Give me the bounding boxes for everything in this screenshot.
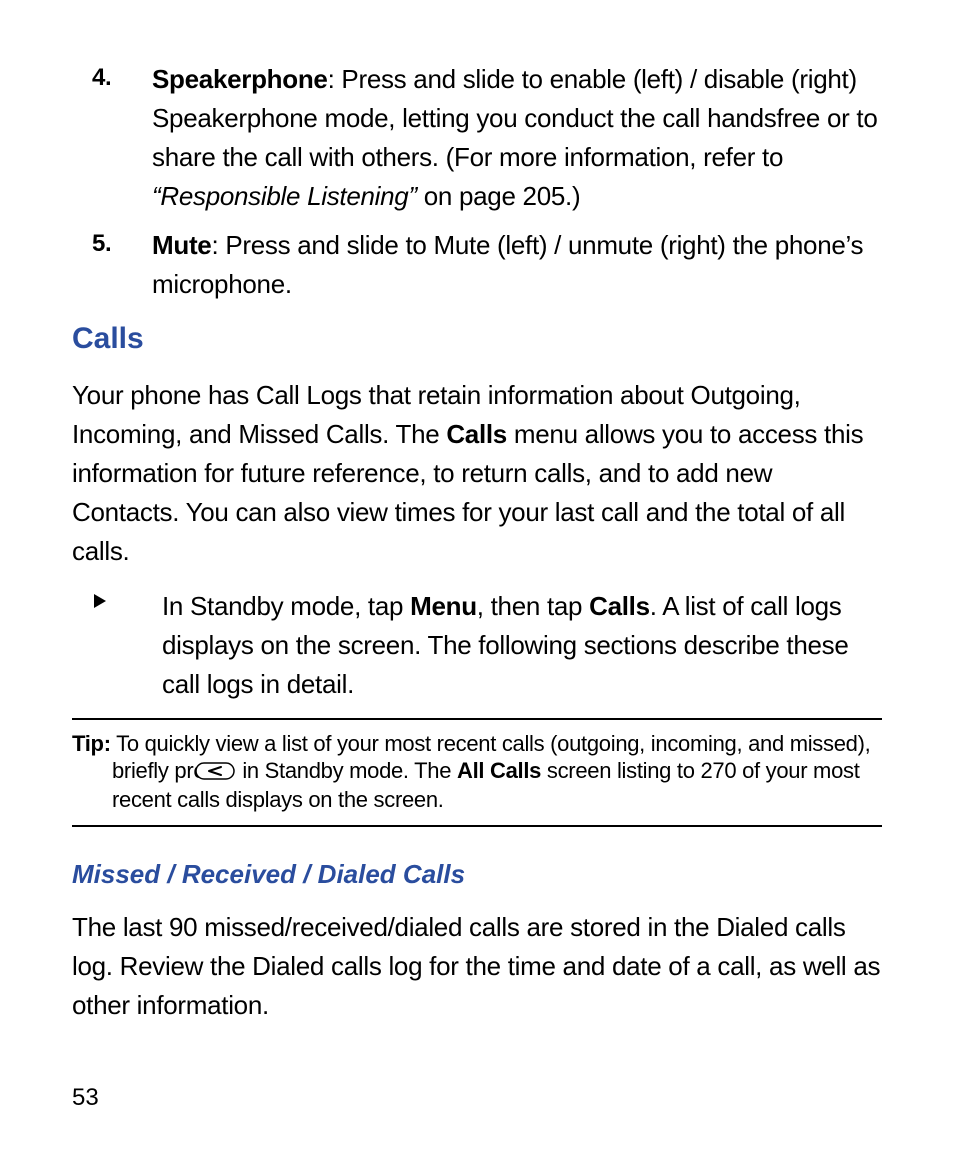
bold-all-calls: All Calls (457, 758, 541, 783)
action-step: In Standby mode, tap Menu, then tap Call… (72, 587, 882, 704)
heading-missed-received-dialed: Missed / Received / Dialed Calls (72, 859, 882, 890)
list-number: 4. (72, 60, 152, 96)
calls-intro-paragraph: Your phone has Call Logs that retain inf… (72, 376, 882, 571)
step-body: In Standby mode, tap Menu, then tap Call… (162, 587, 882, 704)
bold-calls-step: Calls (589, 591, 650, 621)
document-page: 4. Speakerphone: Press and slide to enab… (0, 0, 954, 1172)
triangle-bullet-icon (72, 587, 162, 609)
heading-calls: Calls (72, 322, 882, 356)
bold-calls: Calls (446, 419, 507, 449)
term-mute: Mute (152, 230, 211, 260)
list-body: Speakerphone: Press and slide to enable … (152, 60, 882, 216)
text: : Press and slide to Mute (left) / unmut… (152, 230, 863, 299)
text: , then tap (477, 591, 589, 621)
list-number: 5. (72, 226, 152, 262)
text: on page 205.) (417, 181, 581, 211)
numbered-list: 4. Speakerphone: Press and slide to enab… (72, 60, 882, 304)
missed-paragraph: The last 90 missed/received/dialed calls… (72, 908, 882, 1025)
term-speakerphone: Speakerphone (152, 64, 328, 94)
page-number: 53 (72, 1084, 99, 1112)
list-body: Mute: Press and slide to Mute (left) / u… (152, 226, 882, 304)
list-item-5: 5. Mute: Press and slide to Mute (left) … (72, 226, 882, 304)
tip-label: Tip: (72, 731, 111, 756)
list-item-4: 4. Speakerphone: Press and slide to enab… (72, 60, 882, 216)
text: in Standby mode. The (237, 758, 457, 783)
text: In Standby mode, tap (162, 591, 410, 621)
tip-box: Tip: To quickly view a list of your most… (72, 718, 882, 827)
tip-text: Tip: To quickly view a list of your most… (72, 730, 882, 813)
bold-menu: Menu (410, 591, 477, 621)
reference-italic: “Responsible Listening” (152, 181, 417, 211)
